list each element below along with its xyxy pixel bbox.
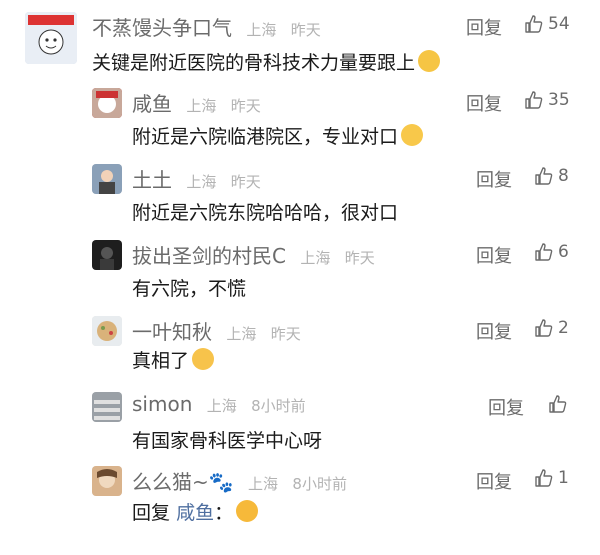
comment-text: 附近是六院东院哈哈哈，很对口 — [132, 202, 399, 224]
grin-emoji-icon — [418, 50, 441, 72]
thumbs-up-icon — [525, 91, 543, 109]
comment-reply: simon 上海 8小时前 有国家骨科医学中心呀 回复 — [0, 386, 600, 456]
avatar[interactable] — [92, 316, 122, 346]
like-button[interactable] — [548, 394, 572, 414]
avatar[interactable] — [92, 392, 122, 422]
author-name[interactable]: 土土 — [132, 168, 172, 192]
reply-prefix: 回复 — [132, 502, 171, 524]
author-name[interactable]: simon — [132, 392, 192, 416]
thumbs-up-icon — [535, 469, 553, 487]
avatar[interactable] — [92, 164, 122, 194]
timestamp: 昨天 — [344, 249, 375, 267]
author-name[interactable]: 咸鱼 — [132, 92, 172, 116]
timestamp: 昨天 — [230, 173, 261, 191]
like-button[interactable]: 54 — [524, 14, 570, 34]
timestamp: 昨天 — [270, 325, 301, 343]
author-name[interactable]: 不蒸馒头争口气 — [92, 16, 232, 40]
author-line: 不蒸馒头争口气 上海 昨天 — [92, 12, 321, 41]
reply-target-link[interactable]: 咸鱼 — [176, 502, 214, 524]
reply-button[interactable]: 回复 — [476, 166, 512, 192]
avatar[interactable] — [92, 240, 122, 270]
comment-top-level: 不蒸馒头争口气 上海 昨天 关键是附近医院的骨科技术力量要跟上 回复 54 — [0, 0, 600, 80]
like-count: 54 — [548, 14, 570, 34]
comment-reply: 咸鱼 上海 昨天 附近是六院临港院区，专业对口 回复 35 — [0, 82, 600, 152]
like-button[interactable]: 2 — [534, 318, 569, 338]
thumbs-up-icon — [535, 167, 553, 185]
comment-text: 有国家骨科医学中心呀 — [132, 430, 323, 452]
timestamp: 昨天 — [290, 21, 321, 39]
comment-text: 回复 咸鱼： — [132, 498, 259, 525]
location: 上海 — [206, 397, 237, 415]
smile-emoji-icon — [401, 124, 424, 146]
reply-button[interactable]: 回复 — [488, 394, 524, 420]
timestamp: 8小时前 — [251, 397, 306, 415]
avatar[interactable] — [92, 466, 122, 496]
thumbs-up-icon — [535, 243, 553, 261]
like-button[interactable]: 1 — [534, 468, 569, 488]
timestamp: 8小时前 — [292, 475, 347, 493]
cry-emoji-icon — [236, 500, 259, 522]
like-button[interactable]: 35 — [524, 90, 570, 110]
comment-text: 附近是六院临港院区，专业对口 — [132, 122, 424, 149]
comment-reply: 拔出圣剑的村民C 上海 昨天 有六院，不慌 回复 6 — [0, 234, 600, 304]
comment-reply: 土土 上海 昨天 附近是六院东院哈哈哈，很对口 回复 8 — [0, 158, 600, 228]
like-button[interactable]: 8 — [534, 166, 569, 186]
thumbs-up-icon — [525, 15, 543, 33]
like-count: 2 — [558, 318, 569, 338]
location: 上海 — [300, 249, 331, 267]
thumbs-up-icon — [549, 395, 567, 413]
comment-text-content: 真相了 — [132, 350, 190, 372]
like-button[interactable]: 6 — [534, 242, 569, 262]
avatar[interactable] — [92, 88, 122, 118]
thumbs-up-icon — [535, 319, 553, 337]
location: 上海 — [186, 97, 217, 115]
comment-reply: 么么猫~🐾 上海 8小时前 回复 咸鱼： 回复 1 — [0, 460, 600, 540]
location: 上海 — [248, 475, 279, 493]
reply-button[interactable]: 回复 — [466, 14, 502, 40]
location: 上海 — [226, 325, 257, 343]
author-name[interactable]: 拔出圣剑的村民C — [132, 244, 286, 268]
comment-text-content: 关键是附近医院的骨科技术力量要跟上 — [92, 52, 416, 74]
timestamp: 昨天 — [230, 97, 261, 115]
comment-reply: 一叶知秋 上海 昨天 真相了 回复 2 — [0, 310, 600, 380]
like-count: 1 — [558, 468, 569, 488]
comment-text: 真相了 — [132, 346, 215, 373]
like-count: 6 — [558, 242, 569, 262]
location: 上海 — [186, 173, 217, 191]
like-count: 35 — [548, 90, 570, 110]
comment-text: 关键是附近医院的骨科技术力量要跟上 — [92, 48, 441, 75]
comment-text-content: 附近是六院临港院区，专业对口 — [132, 126, 399, 148]
hush-emoji-icon — [192, 348, 215, 370]
reply-suffix: ： — [214, 502, 234, 524]
comment-text: 有六院，不慌 — [132, 278, 247, 300]
reply-button[interactable]: 回复 — [476, 242, 512, 268]
author-name[interactable]: 么么猫~🐾 — [132, 470, 234, 494]
location: 上海 — [246, 21, 277, 39]
author-name[interactable]: 一叶知秋 — [132, 320, 212, 344]
reply-button[interactable]: 回复 — [476, 468, 512, 494]
avatar[interactable] — [25, 12, 77, 64]
reply-button[interactable]: 回复 — [476, 318, 512, 344]
like-count: 8 — [558, 166, 569, 186]
reply-button[interactable]: 回复 — [466, 90, 502, 116]
